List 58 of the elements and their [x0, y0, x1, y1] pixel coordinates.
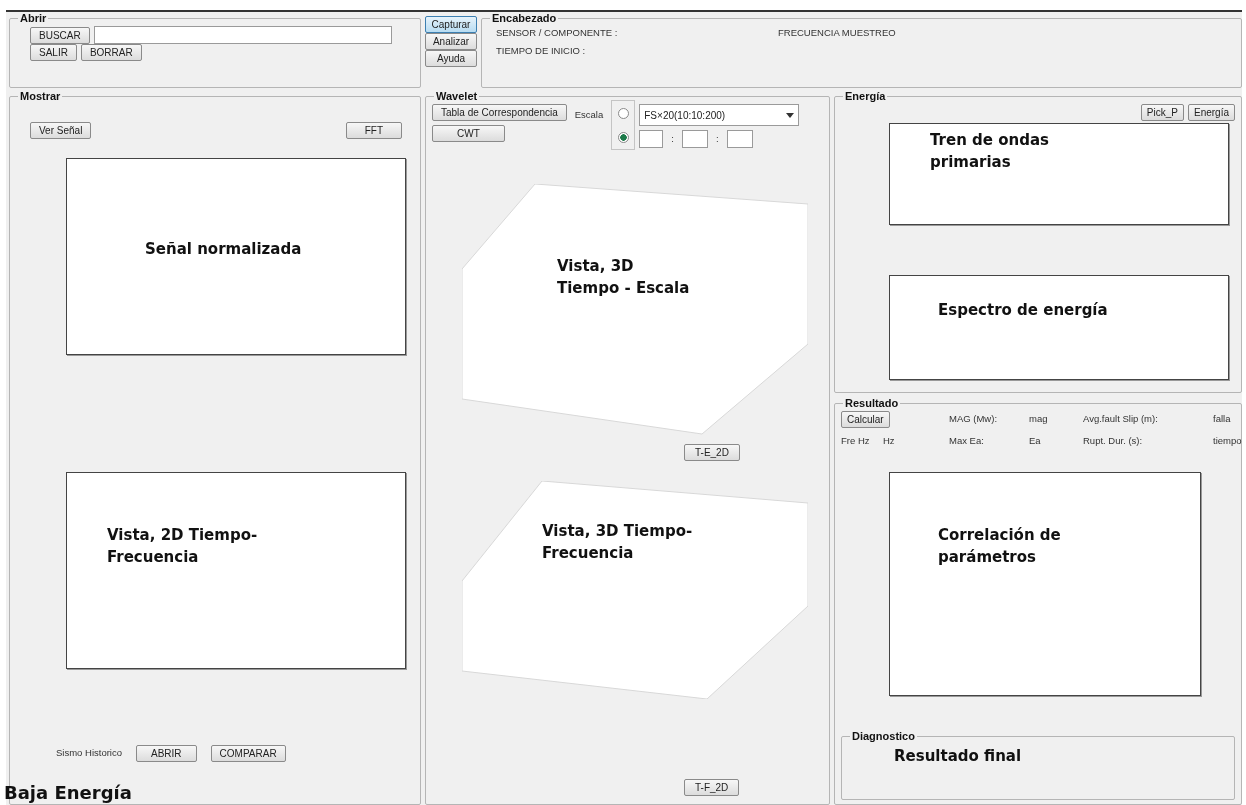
scale-label: Escala — [574, 108, 604, 122]
parameter-value: tiempo — [1213, 434, 1242, 448]
plot-2d-button[interactable]: T-E_2D — [684, 444, 740, 461]
parameter-label: Fre Hz — [841, 434, 871, 448]
open-button[interactable]: ABRIR — [136, 745, 197, 762]
group-title: Encabezado — [491, 12, 558, 24]
group-title: Abrir — [19, 12, 48, 24]
caret-icon — [786, 112, 795, 118]
result-text: Resultado final — [893, 746, 1023, 767]
plot-label: Tren de ondas primarias — [930, 130, 1050, 173]
time-field[interactable] — [681, 130, 708, 148]
plot-label: Correlación de parámetros — [938, 525, 1062, 568]
time-field[interactable] — [726, 130, 753, 148]
action-button[interactable]: Analizar — [425, 33, 477, 50]
parameter-value: Ea — [1029, 434, 1042, 448]
status-label: Baja Energía — [4, 781, 132, 805]
start-time-label: TIEMPO DE INICIO : — [496, 44, 587, 59]
parameter-label: Max Ea: — [949, 434, 985, 448]
calculate-button[interactable]: Calcular — [841, 411, 890, 428]
group-title: Mostrar — [19, 90, 62, 102]
plot-label: Espectro de energía — [938, 300, 1109, 321]
group-title: Resultado — [844, 397, 900, 409]
plot-label: Vista, 2D Tiempo-Frecuencia — [107, 525, 259, 568]
radio-button[interactable] — [617, 131, 629, 143]
exit-button[interactable]: SALIR — [30, 44, 77, 61]
separator: : — [671, 131, 674, 146]
parameter-value: mag — [1029, 412, 1049, 427]
group-title: Diagnostico — [851, 730, 916, 742]
radio-button[interactable] — [617, 107, 629, 119]
action-button[interactable]: Capturar — [425, 16, 477, 33]
frequency-label: FRECUENCIA MUESTREO — [778, 26, 896, 40]
parameter-label: Avg.fault Slip (m): — [1083, 412, 1159, 427]
parameter-value: falla — [1213, 412, 1232, 427]
group-title: Energía — [844, 90, 887, 102]
energy-button[interactable]: Pick_P — [1140, 104, 1184, 121]
table-button[interactable]: Tabla de Correspondencia — [432, 104, 567, 121]
plot-label: Señal normalizada — [145, 239, 303, 260]
plot-2d-button[interactable]: T-F_2D — [684, 779, 740, 796]
sensor-label: SENSOR / COMPONENTE : — [496, 26, 619, 40]
cwt-button[interactable]: CWT — [432, 125, 505, 142]
time-field[interactable] — [639, 130, 664, 148]
plot-label: Vista, 3D Tiempo- Frecuencia — [542, 521, 693, 564]
group-title: Wavelet — [435, 90, 479, 102]
energy-button[interactable]: Energía — [1187, 104, 1235, 121]
plot-label: Vista, 3D Tiempo - Escala — [557, 256, 690, 299]
separator: : — [715, 131, 719, 146]
search-button[interactable]: BUSCAR — [30, 26, 90, 44]
path-field[interactable] — [93, 26, 392, 44]
parameter-value: Hz — [883, 434, 896, 448]
action-button[interactable]: Ayuda — [425, 50, 477, 67]
parameter-label: MAG (Mw): — [949, 412, 999, 427]
view-signal-button[interactable]: Ver Señal — [30, 122, 92, 139]
fft-button[interactable]: FFT — [345, 122, 402, 139]
clear-button[interactable]: BORRAR — [80, 44, 142, 61]
scale-dropdown[interactable]: FS×20(10:10:200) — [639, 104, 800, 126]
compare-button[interactable]: COMPARAR — [210, 745, 286, 762]
history-label: Sismo Historico — [56, 746, 122, 761]
parameter-label: Rupt. Dur. (s): — [1083, 434, 1144, 448]
